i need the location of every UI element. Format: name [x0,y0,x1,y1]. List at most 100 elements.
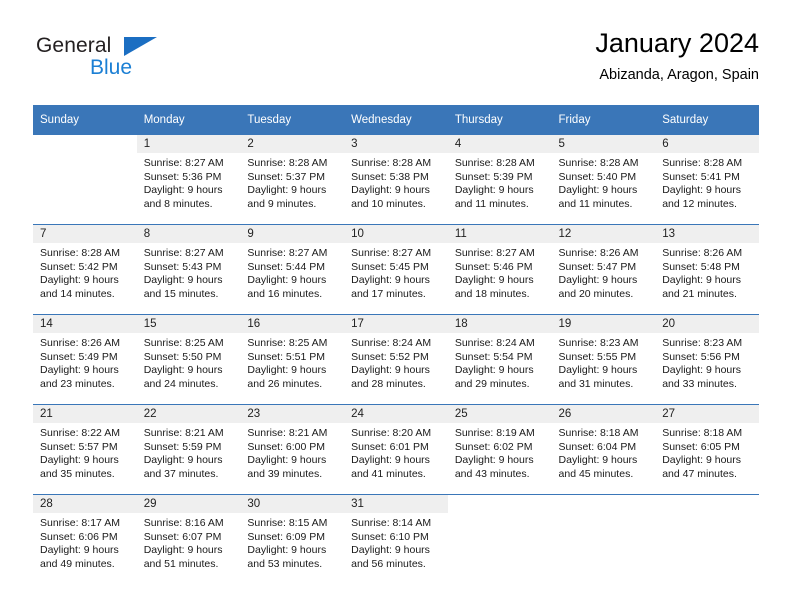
sunrise-text: Sunrise: 8:28 AM [247,157,328,169]
calendar-day-cell[interactable]: 21 Sunrise: 8:22 AM Sunset: 5:57 PM Dayligh… [33,404,137,494]
daylight-text-line1: Daylight: 9 hours [40,454,119,467]
calendar-week-row: 21 Sunrise: 8:22 AM Sunset: 5:57 PM Dayligh… [33,404,759,494]
calendar-day-cell[interactable]: 1 Sunrise: 8:27 AM Sunset: 5:36 PM Daylight… [136,134,241,224]
calendar-cell: 21 Sunrise: 8:22 AM Sunset: 5:57 PM Dayligh… [33,404,137,494]
calendar-day-cell[interactable]: 16 Sunrise: 8:25 AM Sunset: 5:51 PM Dayligh… [240,314,345,404]
calendar-week-row: 1 Sunrise: 8:27 AM Sunset: 5:36 PM Daylight… [33,134,759,224]
day-number: 29 [136,495,241,513]
calendar-day-cell[interactable]: 23 Sunrise: 8:21 AM Sunset: 6:00 PM Dayligh… [240,404,345,494]
calendar-cell: 12 Sunrise: 8:26 AM Sunset: 5:47 PM Dayligh… [551,224,656,314]
daylight-text-line2: and 9 minutes. [247,197,317,210]
daylight-text-line2: and 56 minutes. [351,557,426,570]
title-block: January 2024 Abizanda, Aragon, Spain [595,26,759,86]
daylight-text-line2: and 8 minutes. [143,197,213,210]
sunrise-text: Sunrise: 8:28 AM [558,157,639,169]
calendar-cell: 5 Sunrise: 8:28 AM Sunset: 5:40 PM Daylight… [551,134,656,224]
daylight-text-line1: Daylight: 9 hours [247,364,327,377]
sunset-text: Sunset: 5:45 PM [351,260,429,273]
sunrise-text: Sunrise: 8:21 AM [247,427,328,439]
calendar-cell [33,134,137,224]
daylight-text-line1: Daylight: 9 hours [143,184,223,197]
day-number: 14 [33,315,137,333]
daylight-text-line2: and 21 minutes. [662,287,737,300]
triangle-icon [124,37,157,56]
calendar-day-cell[interactable]: 11 Sunrise: 8:27 AM Sunset: 5:46 PM Dayligh… [447,224,552,314]
calendar-day-cell[interactable]: 26 Sunrise: 8:18 AM Sunset: 6:04 PM Dayligh… [551,404,656,494]
daylight-text-line1: Daylight: 9 hours [454,274,534,287]
day-number: 21 [33,405,137,423]
calendar-day-cell-empty [551,494,656,584]
daylight-text-line1: Daylight: 9 hours [558,454,638,467]
sunset-text: Sunset: 5:44 PM [247,260,326,273]
day-number: 19 [551,315,656,333]
calendar-week-row: 7 Sunrise: 8:28 AM Sunset: 5:42 PM Daylight… [33,224,759,314]
day-details: Sunrise: 8:26 AM Sunset: 5:48 PM Daylight:… [655,243,759,301]
calendar-day-cell[interactable]: 27 Sunrise: 8:18 AM Sunset: 6:05 PM Dayligh… [655,404,759,494]
daylight-text-line2: and 37 minutes. [143,467,219,480]
daylight-text-line2: and 41 minutes. [351,467,426,480]
calendar-cell: 28 Sunrise: 8:17 AM Sunset: 6:06 PM Dayligh… [33,494,137,584]
calendar-day-cell[interactable]: 18 Sunrise: 8:24 AM Sunset: 5:54 PM Dayligh… [447,314,552,404]
calendar-cell: 25 Sunrise: 8:19 AM Sunset: 6:02 PM Dayligh… [447,404,552,494]
sunrise-text: Sunrise: 8:28 AM [662,157,743,169]
calendar-day-cell[interactable]: 28 Sunrise: 8:17 AM Sunset: 6:06 PM Dayligh… [33,494,137,584]
day-details: Sunrise: 8:26 AM Sunset: 5:49 PM Daylight:… [33,333,137,391]
calendar-day-cell-empty [447,494,552,584]
day-number: 22 [136,405,241,423]
day-number: 25 [447,405,552,423]
calendar-day-cell[interactable]: 10 Sunrise: 8:27 AM Sunset: 5:45 PM Dayligh… [344,224,448,314]
calendar-cell [655,494,759,584]
sunset-text: Sunset: 5:55 PM [558,350,637,363]
calendar-day-cell[interactable]: 9 Sunrise: 8:27 AM Sunset: 5:44 PM Daylight… [240,224,345,314]
calendar-day-cell[interactable]: 5 Sunrise: 8:28 AM Sunset: 5:40 PM Daylight… [551,134,656,224]
day-number: 8 [136,225,241,243]
sunset-text: Sunset: 6:05 PM [662,440,740,453]
daylight-text-line2: and 16 minutes. [247,287,323,300]
daylight-text-line1: Daylight: 9 hours [40,274,119,287]
calendar-day-cell[interactable]: 4 Sunrise: 8:28 AM Sunset: 5:39 PM Daylight… [447,134,552,224]
calendar-day-cell[interactable]: 20 Sunrise: 8:23 AM Sunset: 5:56 PM Dayligh… [655,314,759,404]
day-number: 9 [240,225,345,243]
sunset-text: Sunset: 5:57 PM [40,440,118,453]
day-number: 26 [551,405,656,423]
page-subtitle: Abizanda, Aragon, Spain [599,67,759,83]
sunrise-text: Sunrise: 8:20 AM [351,427,432,439]
day-details: Sunrise: 8:27 AM Sunset: 5:45 PM Daylight:… [344,243,448,301]
calendar-cell: 23 Sunrise: 8:21 AM Sunset: 6:00 PM Dayligh… [240,404,345,494]
calendar-day-cell[interactable]: 19 Sunrise: 8:23 AM Sunset: 5:55 PM Dayligh… [551,314,656,404]
calendar-day-cell[interactable]: 2 Sunrise: 8:28 AM Sunset: 5:37 PM Daylight… [240,134,345,224]
calendar-day-cell[interactable]: 14 Sunrise: 8:26 AM Sunset: 5:49 PM Dayligh… [33,314,137,404]
day-details: Sunrise: 8:23 AM Sunset: 5:56 PM Daylight:… [655,333,759,391]
daylight-text-line2: and 39 minutes. [247,467,323,480]
sunset-text: Sunset: 5:37 PM [247,170,326,183]
calendar-day-cell[interactable]: 8 Sunrise: 8:27 AM Sunset: 5:43 PM Daylight… [136,224,241,314]
calendar-day-cell[interactable]: 31 Sunrise: 8:14 AM Sunset: 6:10 PM Dayligh… [344,494,448,584]
calendar-day-cell[interactable]: 3 Sunrise: 8:28 AM Sunset: 5:38 PM Daylight… [344,134,448,224]
calendar-day-cell[interactable]: 7 Sunrise: 8:28 AM Sunset: 5:42 PM Daylight… [33,224,137,314]
calendar-week-row: 14 Sunrise: 8:26 AM Sunset: 5:49 PM Dayligh… [33,314,759,404]
calendar-cell: 11 Sunrise: 8:27 AM Sunset: 5:46 PM Dayligh… [447,224,552,314]
calendar-header-row: Sunday Monday Tuesday Wednesday Thursday… [33,105,759,134]
calendar-day-cell[interactable]: 17 Sunrise: 8:24 AM Sunset: 5:52 PM Dayligh… [344,314,448,404]
calendar-day-cell[interactable]: 13 Sunrise: 8:26 AM Sunset: 5:48 PM Dayligh… [655,224,759,314]
sunset-text: Sunset: 5:49 PM [40,350,118,363]
calendar-day-cell[interactable]: 12 Sunrise: 8:26 AM Sunset: 5:47 PM Dayligh… [551,224,656,314]
calendar-cell: 30 Sunrise: 8:15 AM Sunset: 6:09 PM Dayligh… [240,494,345,584]
brand-logo[interactable]: General Blue [33,34,233,90]
day-details: Sunrise: 8:18 AM Sunset: 6:05 PM Daylight:… [655,423,759,481]
calendar-cell: 27 Sunrise: 8:18 AM Sunset: 6:05 PM Dayligh… [655,404,759,494]
calendar-day-cell[interactable]: 22 Sunrise: 8:21 AM Sunset: 5:59 PM Dayligh… [136,404,241,494]
calendar-day-cell[interactable]: 30 Sunrise: 8:15 AM Sunset: 6:09 PM Dayligh… [240,494,345,584]
sunset-text: Sunset: 5:46 PM [454,260,533,273]
sunrise-text: Sunrise: 8:27 AM [454,247,535,259]
calendar-day-cell[interactable]: 25 Sunrise: 8:19 AM Sunset: 6:02 PM Dayligh… [447,404,552,494]
calendar-day-cell[interactable]: 24 Sunrise: 8:20 AM Sunset: 6:01 PM Dayligh… [344,404,448,494]
day-number: 6 [655,135,759,153]
daylight-text-line1: Daylight: 9 hours [558,364,638,377]
calendar-day-cell[interactable]: 6 Sunrise: 8:28 AM Sunset: 5:41 PM Daylight… [655,134,759,224]
daylight-text-line1: Daylight: 9 hours [351,274,430,287]
calendar-day-cell[interactable]: 15 Sunrise: 8:25 AM Sunset: 5:50 PM Dayligh… [136,314,241,404]
sunrise-text: Sunrise: 8:27 AM [351,247,432,259]
calendar-day-cell-empty [655,494,759,584]
calendar-day-cell[interactable]: 29 Sunrise: 8:16 AM Sunset: 6:07 PM Dayligh… [136,494,241,584]
